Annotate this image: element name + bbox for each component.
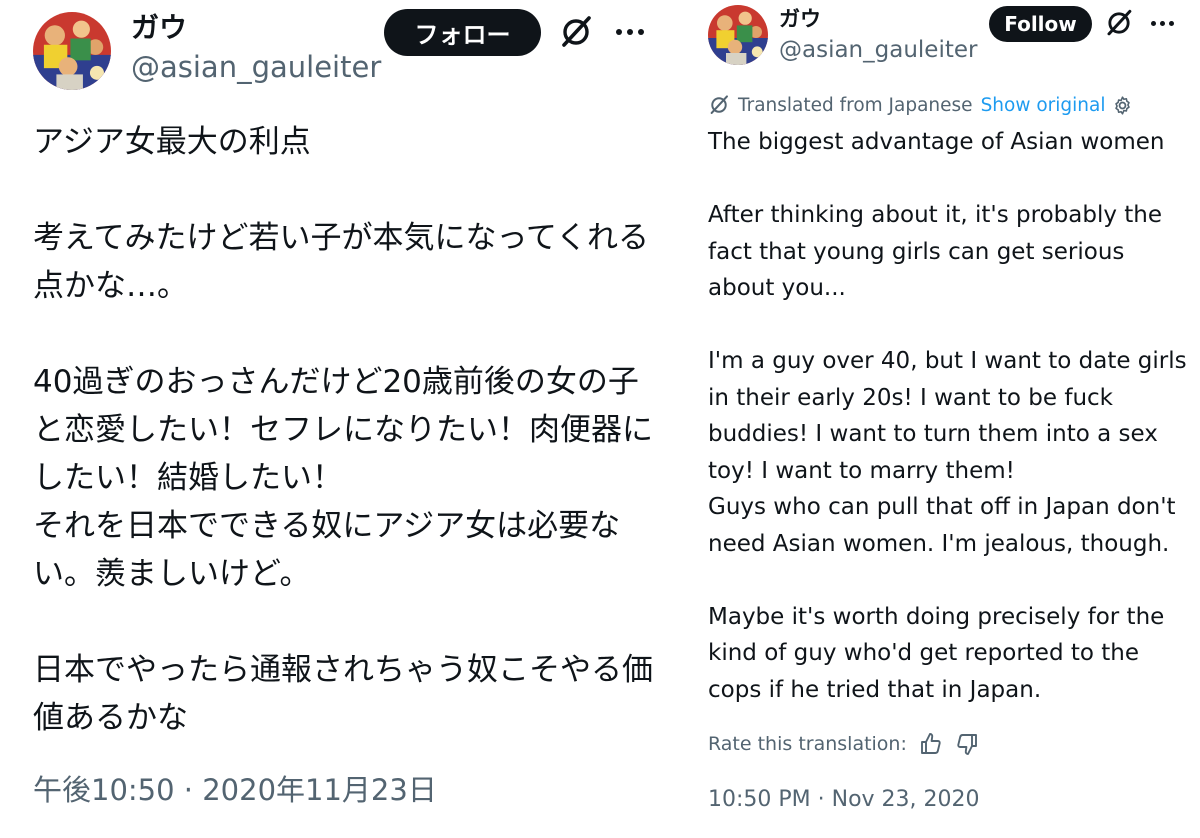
follow-button[interactable]: Follow [989, 6, 1092, 42]
translated-tweet-panel: ガウ @asian_gauleiter Follow Translated fr… [692, 0, 1200, 838]
translate-icon [708, 94, 730, 116]
translated-tweet-text: The biggest advantage of Asian women Aft… [708, 129, 1187, 703]
grok-icon[interactable] [558, 14, 594, 50]
thumbs-down-icon[interactable] [955, 732, 979, 756]
user-handle[interactable]: @asian_gauleiter [779, 33, 977, 67]
display-name[interactable]: ガウ [779, 3, 821, 35]
rate-translation-label: Rate this translation: [708, 733, 907, 755]
original-tweet-panel: ガウ @asian_gauleiter フォロー アジア女最大の利点 考えてみた… [0, 0, 686, 838]
rate-translation: Rate this translation: [708, 728, 979, 760]
display-name[interactable]: ガウ [131, 8, 187, 48]
gear-icon[interactable] [1112, 95, 1133, 116]
show-original-link[interactable]: Show original [981, 95, 1106, 116]
more-icon[interactable] [1147, 8, 1177, 38]
grok-icon[interactable] [1104, 8, 1134, 38]
avatar-image [33, 12, 111, 90]
avatar[interactable] [708, 5, 768, 65]
user-handle[interactable]: @asian_gauleiter [131, 47, 381, 87]
tweet-timestamp[interactable]: 10:50 PM · Nov 23, 2020 [708, 784, 980, 816]
follow-button[interactable]: フォロー [384, 9, 541, 56]
thumbs-up-icon[interactable] [919, 732, 943, 756]
more-icon[interactable] [613, 14, 647, 50]
tweet-timestamp[interactable]: 午後10:50 · 2020年11月23日 [33, 769, 437, 811]
tweet-text: アジア女最大の利点 考えてみたけど若い子が本気になってくれる点かな…。 40過ぎ… [33, 124, 653, 736]
translated-from-label: Translated from Japanese [738, 94, 973, 116]
translation-notice: Translated from Japanese Show original [708, 91, 1133, 119]
avatar[interactable] [33, 12, 111, 90]
avatar-image [708, 5, 768, 65]
